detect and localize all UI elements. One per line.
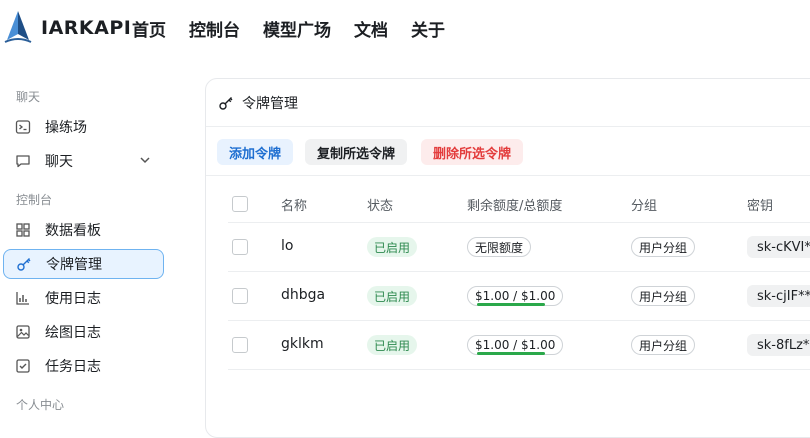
- nav-about[interactable]: 关于: [411, 16, 445, 41]
- sidebar-item-label: 任务日志: [45, 359, 101, 375]
- sidebar-item-drawing-log[interactable]: 绘图日志: [3, 317, 164, 347]
- api-key[interactable]: sk-cjIF**: [747, 285, 810, 307]
- token-name: dhbga: [281, 287, 326, 303]
- nav-home[interactable]: 首页: [132, 16, 166, 41]
- select-all-checkbox[interactable]: [232, 196, 248, 212]
- copy-selected-tokens-button[interactable]: 复制所选令牌: [305, 139, 408, 165]
- page-title: 令牌管理: [218, 93, 298, 113]
- token-management-card: 令牌管理 添加令牌 复制所选令牌 删除所选令牌 名称 状态 剩余额度/总额度 分…: [205, 78, 810, 438]
- logo-icon[interactable]: [3, 10, 33, 44]
- api-key[interactable]: sk-8fLz**: [747, 334, 810, 356]
- column-header-group[interactable]: 分组: [631, 195, 657, 214]
- token-name: gklkm: [281, 336, 324, 352]
- sidebar-item-dashboard[interactable]: 数据看板: [3, 215, 164, 245]
- row-divider: [228, 271, 810, 272]
- row-divider: [228, 369, 810, 370]
- brand-name[interactable]: IARKAPI: [41, 17, 131, 39]
- divider: [206, 175, 810, 176]
- token-name: lo: [281, 238, 294, 254]
- chevron-down-icon[interactable]: [138, 153, 152, 171]
- section-label-personal: 个人中心: [16, 398, 65, 412]
- column-header-key[interactable]: 密钥: [747, 195, 773, 214]
- sidebar: 聊天 操练场 聊天 控制台 数据看板 令牌管理 使用日志 绘图日志 任务日志 个…: [0, 58, 172, 422]
- page-title-text: 令牌管理: [242, 96, 298, 112]
- section-label-chat: 聊天: [16, 90, 41, 104]
- group-badge: 用户分组: [631, 335, 696, 355]
- sidebar-item-chat[interactable]: 聊天: [3, 146, 164, 176]
- sidebar-item-label: 数据看板: [45, 223, 101, 239]
- column-header-name[interactable]: 名称: [281, 195, 307, 214]
- checkbox-icon: [15, 358, 31, 374]
- nav-console[interactable]: 控制台: [189, 16, 240, 41]
- row-checkbox[interactable]: [232, 288, 248, 304]
- group-badge: 用户分组: [631, 237, 696, 257]
- row-checkbox[interactable]: [232, 239, 248, 255]
- add-token-button[interactable]: 添加令牌: [217, 139, 294, 165]
- sidebar-item-label: 操练场: [45, 120, 87, 136]
- row-divider: [228, 320, 810, 321]
- api-key[interactable]: sk-cKVI**: [747, 236, 810, 258]
- nav-model-square[interactable]: 模型广场: [263, 16, 331, 41]
- terminal-icon: [15, 119, 31, 135]
- main-nav: 首页 控制台 模型广场 文档 关于: [132, 16, 468, 41]
- divider: [206, 126, 810, 127]
- quota-badge: 无限额度: [467, 237, 532, 257]
- sidebar-item-label: 使用日志: [45, 291, 101, 307]
- quota-progress-bar: [477, 303, 545, 306]
- key-icon: [218, 95, 234, 111]
- sidebar-item-label: 令牌管理: [46, 257, 102, 273]
- sidebar-item-task-log[interactable]: 任务日志: [3, 351, 164, 381]
- sidebar-item-label: 绘图日志: [45, 325, 101, 341]
- dashboard-icon: [15, 222, 31, 238]
- column-header-status[interactable]: 状态: [367, 195, 393, 214]
- key-icon: [16, 256, 32, 272]
- image-icon: [15, 324, 31, 340]
- group-badge: 用户分组: [631, 286, 696, 306]
- status-badge: 已启用: [367, 237, 418, 257]
- sidebar-item-usage-log[interactable]: 使用日志: [3, 283, 164, 313]
- status-badge: 已启用: [367, 286, 418, 306]
- sidebar-item-label: 聊天: [45, 154, 73, 170]
- row-divider: [228, 222, 810, 223]
- top-bar: IARKAPI 首页 控制台 模型广场 文档 关于: [0, 0, 810, 58]
- sidebar-item-playground[interactable]: 操练场: [3, 112, 164, 142]
- sidebar-item-token-management[interactable]: 令牌管理: [3, 249, 164, 279]
- quota-progress-bar: [477, 352, 545, 355]
- row-checkbox[interactable]: [232, 337, 248, 353]
- section-label-console: 控制台: [16, 193, 53, 207]
- nav-docs[interactable]: 文档: [354, 16, 388, 41]
- chat-icon: [15, 153, 31, 169]
- delete-selected-tokens-button[interactable]: 删除所选令牌: [421, 139, 524, 165]
- column-header-quota[interactable]: 剩余额度/总额度: [467, 195, 562, 214]
- bar-chart-icon: [15, 290, 31, 306]
- status-badge: 已启用: [367, 335, 418, 355]
